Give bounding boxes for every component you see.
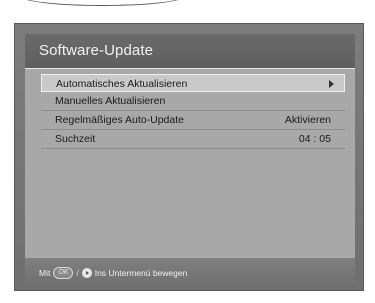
help-bar: Mit OK / Ins Untermenü bewegen [25,258,355,288]
hint-separator: / [76,268,79,278]
menu-item-value: Aktivieren [284,114,331,126]
menu-list: Automatisches Aktualisieren Manuelles Ak… [41,74,345,149]
menu-item-label: Automatisches Aktualisieren [56,78,188,90]
menu-item-suchzeit[interactable]: Suchzeit 04 : 05 [41,130,345,149]
hint-text: Ins Untermenü bewegen [94,268,188,278]
title-bar: Software-Update [25,34,355,68]
hint-prefix: Mit [39,268,51,278]
menu-item-label: Suchzeit [55,133,96,145]
cropped-top-fragment [0,0,375,10]
chevron-right-icon [329,80,334,88]
page-title: Software-Update [39,42,154,59]
tv-osd-screen: Software-Update Automatisches Aktualisie… [14,23,364,291]
cropped-arc-decoration [20,0,185,6]
right-arrow-button-icon [81,268,92,278]
menu-item-value: 04 : 05 [298,133,331,145]
menu-item-manuelles-aktualisieren[interactable]: Manuelles Aktualisieren [41,92,345,111]
menu-item-label: Manuelles Aktualisieren [55,95,166,107]
ok-button-icon: OK [53,267,74,279]
menu-item-automatisches-aktualisieren[interactable]: Automatisches Aktualisieren [41,74,345,92]
menu-item-regelmaessiges-auto-update[interactable]: Regelmäßiges Auto-Update Aktivieren [41,111,345,130]
menu-panel: Automatisches Aktualisieren Manuelles Ak… [25,69,355,258]
menu-item-label: Regelmäßiges Auto-Update [55,114,184,126]
navigation-hint: Mit OK / Ins Untermenü bewegen [39,267,187,279]
